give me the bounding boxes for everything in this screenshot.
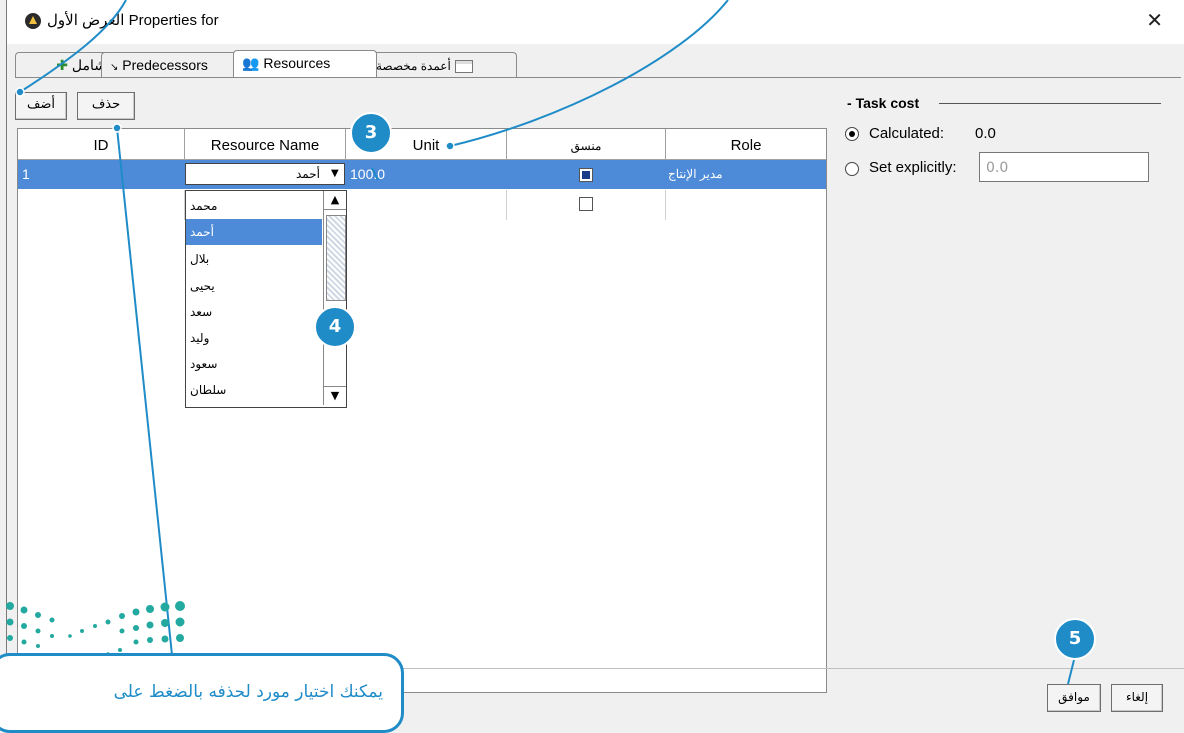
explicit-cost-input[interactable]: 0.0	[979, 152, 1149, 182]
coordinator-checkbox[interactable]	[579, 168, 593, 182]
tab-general[interactable]: ✚ شامل	[15, 52, 115, 77]
combobox-value: أحمد	[296, 167, 320, 181]
explicit-label: Set explicitly:	[869, 159, 957, 176]
annotation-note-text: يمكنك اختيار مورد لحذفه بالضغط على	[113, 682, 383, 702]
coordinator-checkbox-empty[interactable]	[579, 197, 593, 211]
add-button[interactable]: أضف	[15, 92, 67, 120]
tab-predecessors[interactable]: ↘ Predecessors	[101, 52, 247, 77]
column-header-resource-name[interactable]: Resource Name	[185, 129, 346, 160]
tab-resources-label: Resources	[263, 55, 331, 71]
title-bar: العرض الأول Properties for ✕	[7, 0, 1184, 44]
cell-role[interactable]: مدير الإنتاج	[668, 160, 723, 188]
calculated-value: 0.0	[975, 125, 996, 142]
calculated-radio[interactable]	[845, 127, 859, 141]
app-icon	[25, 13, 41, 29]
tab-custom-columns[interactable]: أعمدة مخصصة	[367, 52, 517, 77]
calculated-label: Calculated:	[869, 125, 945, 142]
list-item-selected[interactable]: أحمد	[186, 219, 322, 245]
step-badge-3: 3	[350, 112, 392, 154]
column-header-coordinator[interactable]: منسق	[507, 129, 666, 160]
task-cost-divider	[939, 103, 1161, 104]
window-title: العرض الأول Properties for	[47, 12, 219, 29]
custom-columns-icon	[454, 59, 473, 73]
task-cost-legend: - Task cost	[847, 95, 920, 111]
table-row[interactable]: 1 100.0 مدير الإنتاج	[18, 160, 826, 189]
chevron-down-icon[interactable]: ▼	[331, 169, 341, 179]
list-item[interactable]: محمد	[186, 193, 322, 219]
list-item[interactable]: يحيى	[186, 273, 322, 299]
resource-dropdown-list[interactable]: محمد أحمد بلال يحيى سعد وليد سعود سلطان …	[185, 190, 347, 408]
resources-icon: 👥	[242, 55, 260, 71]
cell-unit[interactable]: 100.0	[350, 160, 385, 188]
annotation-callout-box: يمكنك اختيار مورد لحذفه بالضغط على	[0, 653, 404, 733]
predecessors-icon: ↘	[110, 62, 119, 73]
scroll-down-icon[interactable]: ▼	[324, 386, 346, 405]
dropdown-scrollbar[interactable]: ▲ ▼	[323, 191, 346, 405]
tab-resources[interactable]: 👥 Resources	[233, 50, 377, 77]
explicit-radio[interactable]	[845, 162, 859, 176]
tab-predecessors-label: Predecessors	[122, 57, 208, 73]
list-item[interactable]: سلطان	[186, 377, 322, 403]
resource-name-combobox[interactable]: أحمد ▼	[185, 163, 345, 185]
scroll-up-icon[interactable]: ▲	[324, 191, 346, 210]
step-badge-4: 4	[314, 306, 356, 348]
scroll-thumb[interactable]	[326, 215, 346, 301]
column-header-id[interactable]: ID	[18, 129, 185, 160]
list-item[interactable]: سعود	[186, 351, 322, 377]
list-item[interactable]: سعد	[186, 299, 322, 325]
close-button[interactable]: ✕	[1146, 8, 1163, 32]
general-icon: ✚	[56, 57, 68, 73]
tab-divider	[15, 77, 1181, 78]
ok-button[interactable]: موافق	[1047, 684, 1101, 712]
cancel-button[interactable]: إلغاء	[1111, 684, 1163, 712]
tab-custom-columns-label: أعمدة مخصصة	[376, 59, 451, 73]
list-item[interactable]: بلال	[186, 246, 322, 272]
list-item[interactable]: وليد	[186, 325, 322, 351]
step-badge-5: 5	[1054, 618, 1096, 660]
delete-button[interactable]: حذف	[77, 92, 135, 120]
column-header-role[interactable]: Role	[666, 129, 826, 160]
cell-id: 1	[22, 166, 30, 182]
